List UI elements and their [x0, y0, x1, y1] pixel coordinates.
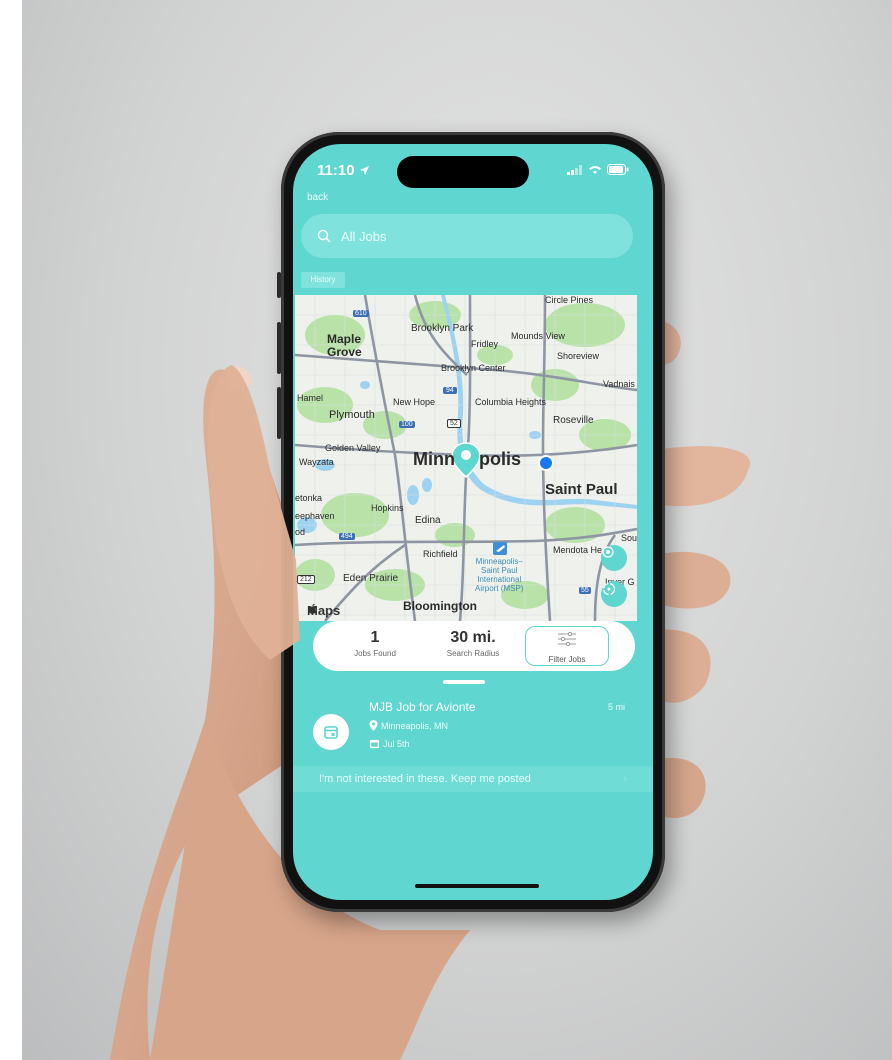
- phone-volume-down: [277, 387, 281, 439]
- job-date: Jul 5th: [369, 738, 410, 749]
- filter-jobs-button[interactable]: Filter Jobs: [525, 626, 609, 666]
- phone-device: 11:10 back History: [277, 132, 665, 912]
- shield-610: 610: [353, 310, 369, 317]
- search-bar[interactable]: [301, 214, 633, 258]
- label-msp-airport: Minneapolis– Saint Paul International Ai…: [475, 557, 524, 593]
- wifi-icon: [589, 165, 601, 174]
- signal-icon: [567, 164, 582, 175]
- shield-100: 100: [399, 421, 415, 428]
- search-radius-label: Search Radius: [446, 649, 500, 658]
- label-vadnais: Vadnais: [603, 379, 635, 389]
- refresh-map-button[interactable]: [601, 581, 627, 607]
- refresh-icon: [602, 582, 616, 596]
- back-link[interactable]: back: [307, 192, 328, 203]
- label-brooklyn-park: Brooklyn Park: [411, 323, 474, 334]
- search-icon: [317, 229, 331, 243]
- label-shoreview: Shoreview: [557, 351, 600, 361]
- phone-volume-up: [277, 322, 281, 374]
- label-minneapolis-b: polis: [479, 449, 522, 469]
- label-golden-valley: Golden Valley: [325, 443, 381, 453]
- current-location-dot: [538, 455, 554, 471]
- location-arrow-icon: [359, 165, 369, 176]
- label-wayzata: Wayzata: [299, 457, 334, 467]
- location-target-icon: [602, 546, 614, 558]
- search-radius-value: 30 mi.: [450, 629, 496, 646]
- shield-494: 494: [339, 533, 355, 540]
- apple-logo-icon: [308, 603, 317, 614]
- label-edina: Edina: [415, 515, 441, 526]
- label-fridley: Fridley: [471, 339, 499, 349]
- search-input[interactable]: [339, 227, 603, 245]
- job-title: MJB Job for Avionte: [369, 700, 476, 714]
- label-minneapolis-a: Minn: [413, 449, 455, 469]
- label-hamel: Hamel: [297, 393, 324, 403]
- label-new-hope: New Hope: [393, 397, 436, 407]
- label-columbia-heights: Columbia Heights: [475, 397, 547, 407]
- label-bloomington: Bloomington: [403, 599, 477, 613]
- label-saint-paul: Saint Paul: [545, 481, 618, 498]
- chevron-right-icon: ›: [623, 773, 627, 785]
- sheet-grabber[interactable]: [443, 680, 485, 684]
- not-interested-row[interactable]: I'm not interested in these. Keep me pos…: [293, 766, 653, 792]
- recenter-button[interactable]: [601, 545, 627, 571]
- dynamic-island: [397, 156, 529, 188]
- calendar-icon: [324, 726, 338, 739]
- label-hopkins: Hopkins: [371, 503, 404, 513]
- label-plymouth: Plymouth: [329, 409, 375, 421]
- app-screen: 11:10 back History: [293, 144, 653, 900]
- shield-212: 212: [297, 575, 315, 584]
- shield-55: 55: [579, 587, 591, 594]
- job-distance: 5 mi: [607, 702, 625, 712]
- not-interested-label: I'm not interested in these. Keep me pos…: [319, 773, 531, 785]
- label-deephaven: eephaven: [295, 511, 335, 521]
- label-maple-grove: Maple Grove: [327, 332, 362, 359]
- map-view[interactable]: 610 94 52 100 494 212 55 Circle Pines Ma…: [295, 295, 637, 621]
- status-bar: 11:10: [293, 144, 653, 188]
- status-icons: [567, 164, 629, 175]
- label-minnetonka: etonka: [295, 493, 323, 503]
- job-list-item[interactable]: MJB Job for Avionte 5 mi Minneapolis, MN…: [293, 692, 653, 764]
- label-richfield: Richfield: [423, 549, 458, 559]
- label-south: Sou: [621, 533, 637, 543]
- label-od: od: [295, 527, 306, 537]
- jobs-found-stat: 1 Jobs Found: [345, 629, 405, 658]
- sliders-icon: [558, 631, 576, 647]
- job-avatar: [313, 714, 349, 750]
- jobs-found-label: Jobs Found: [354, 649, 396, 658]
- status-time: 11:10: [317, 162, 370, 179]
- shield-52: 52: [447, 419, 461, 428]
- job-location: Minneapolis, MN: [369, 720, 448, 731]
- search-radius-stat: 30 mi. Search Radius: [431, 629, 515, 658]
- date-icon: [369, 739, 380, 749]
- home-indicator[interactable]: [415, 884, 539, 888]
- map-job-pin[interactable]: [451, 442, 481, 478]
- job-stats-bar: 1 Jobs Found 30 mi. Search Radius Filter…: [313, 621, 635, 671]
- battery-icon: [607, 164, 629, 175]
- history-chip[interactable]: History: [301, 272, 345, 288]
- apple-maps-logo: Maps: [307, 603, 341, 618]
- label-circle-pines: Circle Pines: [545, 295, 594, 305]
- label-eden-prairie: Eden Prairie: [343, 573, 399, 584]
- map-pin-icon: [369, 720, 378, 731]
- jobs-found-value: 1: [370, 629, 380, 646]
- filter-jobs-label: Filter Jobs: [548, 655, 586, 664]
- label-mounds-view: Mounds View: [511, 331, 565, 341]
- label-mendota-heights: Mendota He: [553, 545, 603, 555]
- shield-94: 94: [443, 387, 457, 394]
- phone-mute-switch: [277, 272, 281, 298]
- label-roseville: Roseville: [553, 415, 594, 426]
- label-brooklyn-center: Brooklyn Center: [441, 363, 506, 373]
